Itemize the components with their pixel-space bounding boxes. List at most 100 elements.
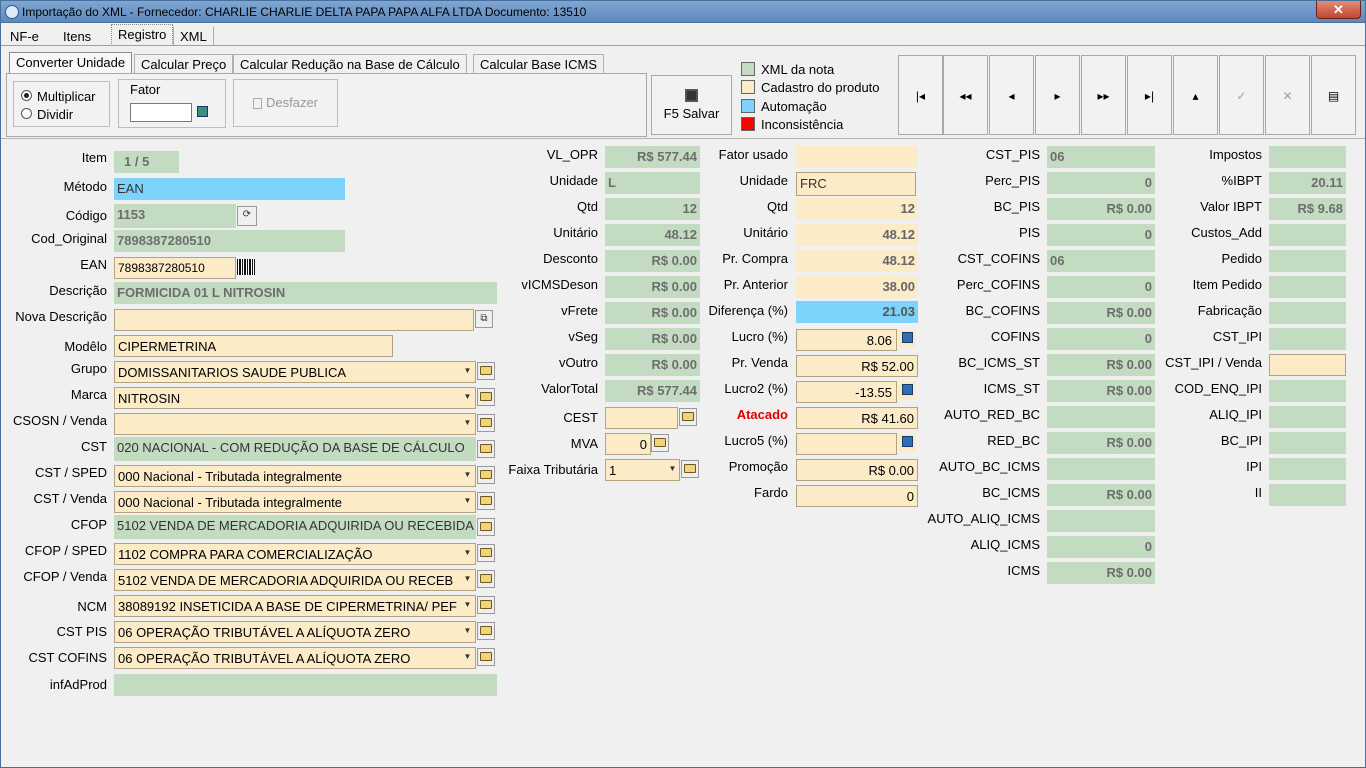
diferenca-value: 21.03 [796,301,918,323]
next-page-button[interactable]: ▸▸ [1081,55,1126,135]
cod-original-label: Cod_Original [31,231,107,246]
first-record-button[interactable]: |◂ [898,55,943,135]
tab-calcular-reducao[interactable]: Calcular Redução na Base de Cálculo [233,54,467,74]
chevron-down-icon[interactable]: ▼ [461,622,474,640]
folder-icon[interactable] [477,466,495,484]
item-pedido-label: Item Pedido [1192,277,1262,292]
cst-ipi-venda-input[interactable] [1269,354,1346,376]
unitario-cad-value: 48.12 [796,224,918,246]
pr-anterior-value: 38.00 [796,276,918,298]
marca-select[interactable]: NITROSIN [114,387,476,409]
multiplicar-label: Multiplicar [37,89,96,104]
calculator-icon[interactable] [898,330,916,348]
form-view-button[interactable]: ▤ [1311,55,1356,135]
folder-icon[interactable] [477,388,495,406]
auto-red-bc-value [1047,406,1155,428]
next-record-button[interactable]: ▸ [1035,55,1080,135]
calculator-icon[interactable] [898,434,916,452]
mva-input[interactable]: 0 [605,433,651,455]
legend-automacao: Automação [761,99,827,114]
folder-icon[interactable] [477,492,495,510]
chevron-down-icon[interactable]: ▼ [666,460,679,478]
cst-venda-select[interactable]: 000 Nacional - Tributada integralmente [114,491,476,513]
chevron-down-icon[interactable]: ▼ [461,492,474,510]
folder-icon[interactable] [651,434,669,452]
cst-pis-select[interactable]: 06 OPERAÇÃO TRIBUTÁVEL A ALÍQUOTA ZERO [114,621,476,643]
close-button[interactable]: ✕ [1316,1,1361,19]
chevron-down-icon[interactable]: ▼ [461,362,474,380]
lucro2-input[interactable]: -13.55 [796,381,897,403]
nova-descricao-input[interactable] [114,309,474,331]
metodo-label: Método [63,179,107,194]
barcode-icon[interactable] [237,259,255,275]
legend-swatch-xml [741,62,755,76]
tab-itens[interactable]: Itens [56,26,98,46]
csosn-select[interactable] [114,413,476,435]
prev-page-button[interactable]: ◂◂ [943,55,988,135]
legend-inconsistencia: Inconsistência [761,117,844,132]
tab-nfe[interactable]: NF-e [3,26,46,46]
atacado-input[interactable]: R$ 41.60 [796,407,918,429]
tab-calcular-base-icms[interactable]: Calcular Base ICMS [473,54,605,74]
chevron-down-icon[interactable]: ▼ [461,466,474,484]
calculator-icon[interactable] [898,382,916,400]
auto-bc-icms-label: AUTO_BC_ICMS [939,459,1040,474]
vfrete-label: vFrete [561,303,598,318]
folder-icon[interactable] [477,544,495,562]
tab-xml[interactable]: XML [173,26,214,46]
folder-icon[interactable] [477,518,495,536]
lucro-input[interactable]: 8.06 [796,329,897,351]
unidade-cad-input[interactable]: FRC [796,172,916,196]
chevron-down-icon[interactable]: ▼ [461,414,474,432]
ean-input[interactable]: 7898387280510 [114,257,236,279]
folder-icon[interactable] [679,408,697,426]
confirm-button[interactable]: ✓ [1219,55,1264,135]
cst-sped-select[interactable]: 000 Nacional - Tributada integralmente [114,465,476,487]
copy-icon[interactable]: ⧉ [475,310,493,328]
folder-icon[interactable] [477,570,495,588]
cest-input[interactable] [605,407,678,429]
multiplicar-radio[interactable] [21,90,32,101]
up-button[interactable]: ▴ [1173,55,1218,135]
ncm-select[interactable]: 38089192 INSETICIDA A BASE DE CIPERMETRI… [114,595,476,617]
cofins-label: COFINS [990,329,1040,344]
unidade-cad-label: Unidade [739,173,788,188]
salvar-button[interactable]: F5 Salvar [651,75,732,135]
desfazer-button[interactable]: Desfazer [233,79,338,127]
fator-input[interactable] [130,103,192,122]
chevron-down-icon[interactable]: ▼ [461,388,474,406]
qtd-cad-label: Qtd [767,199,788,214]
unitario-xml-value: 48.12 [605,224,700,246]
tab-converter-unidade[interactable]: Converter Unidade [9,52,133,74]
chevron-down-icon[interactable]: ▼ [461,570,474,588]
cfop-sped-select[interactable]: 1102 COMPRA PARA COMERCIALIZAÇÃO [114,543,476,565]
tab-registro[interactable]: Registro [111,24,174,46]
chevron-down-icon[interactable]: ▼ [461,596,474,614]
grupo-select[interactable]: DOMISSANITARIOS SAUDE PUBLICA [114,361,476,383]
cst-cofins-select[interactable]: 06 OPERAÇÃO TRIBUTÁVEL A ALÍQUOTA ZERO [114,647,476,669]
folder-icon[interactable] [477,622,495,640]
refresh-icon[interactable]: ⟳ [237,206,257,226]
folder-icon[interactable] [477,648,495,666]
folder-icon[interactable] [477,440,495,458]
cfop-venda-select[interactable]: 5102 VENDA DE MERCADORIA ADQUIRIDA OU RE… [114,569,476,591]
folder-icon[interactable] [477,362,495,380]
tab-calcular-preco[interactable]: Calcular Preço [134,54,234,74]
cancel-button[interactable]: ✕ [1265,55,1310,135]
chevron-down-icon[interactable]: ▼ [461,544,474,562]
promocao-input[interactable]: R$ 0.00 [796,459,918,481]
prev-record-button[interactable]: ◂ [989,55,1034,135]
calculator-icon[interactable] [193,104,211,121]
pedido-value [1269,250,1346,272]
last-record-button[interactable]: ▸| [1127,55,1172,135]
folder-icon[interactable] [681,460,699,478]
lucro5-input[interactable] [796,433,897,455]
dividir-radio[interactable] [21,108,32,119]
folder-icon[interactable] [477,596,495,614]
folder-icon[interactable] [477,414,495,432]
pr-venda-input[interactable]: R$ 52.00 [796,355,918,377]
fardo-input[interactable]: 0 [796,485,918,507]
chevron-down-icon[interactable]: ▼ [461,648,474,666]
cst-cofins-label-2: CST_COFINS [957,251,1040,266]
modelo-input[interactable]: CIPERMETRINA [114,335,393,357]
